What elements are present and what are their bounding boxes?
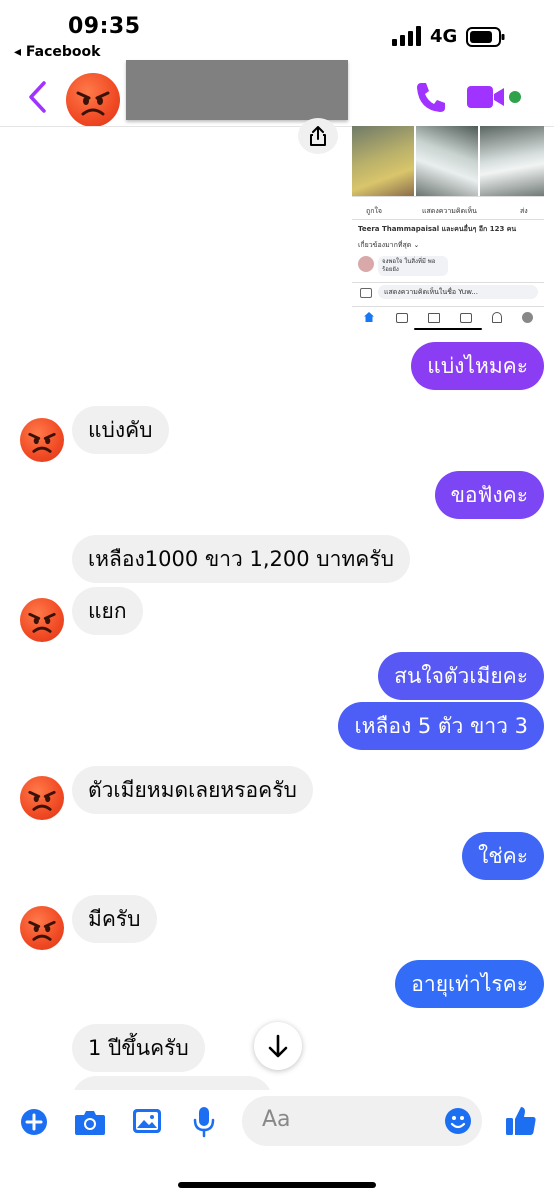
back-to-app-link[interactable]: ◂ Facebook: [14, 44, 100, 60]
network-type: 4G: [430, 26, 458, 47]
outgoing-message[interactable]: ใช่คะ: [462, 832, 544, 880]
angry-face-icon: [28, 920, 56, 941]
send-action: ส่ง: [520, 207, 528, 215]
redacted-contact-name: [126, 60, 348, 120]
like-action: ถูกใจ: [366, 207, 382, 215]
video-call-icon[interactable]: [466, 84, 506, 110]
fb-bell-icon: [492, 312, 502, 323]
incoming-message[interactable]: มีครับ: [72, 895, 157, 943]
contact-avatar[interactable]: [66, 73, 120, 127]
camera-mini-icon: [360, 288, 372, 298]
share-button[interactable]: [298, 118, 338, 154]
status-time: 09:35: [68, 14, 141, 39]
incoming-message[interactable]: แยก: [72, 587, 143, 635]
fb-video-icon: [396, 313, 408, 323]
plus-icon[interactable]: [20, 1108, 48, 1136]
outgoing-message[interactable]: สนใจตัวเมียคะ: [378, 652, 544, 700]
cellular-signal-icon: [392, 26, 421, 46]
outgoing-message[interactable]: แบ่งไหมคะ: [411, 342, 544, 390]
camera-icon[interactable]: [74, 1108, 106, 1136]
angry-face-icon: [28, 612, 56, 633]
scroll-to-bottom-button[interactable]: [254, 1022, 302, 1070]
microphone-icon[interactable]: [192, 1106, 216, 1138]
commenter-avatar: [358, 256, 374, 272]
shared-facebook-screenshot[interactable]: ถูกใจ แสดงความคิดเห็น ส่ง Teera Thammapa…: [352, 126, 544, 330]
reactors-text: Teera Thammapaisal และคนอื่นๆ อีก 123 คน: [358, 225, 517, 233]
battery-icon: [466, 27, 505, 47]
thumbs-up-icon[interactable]: [504, 1104, 538, 1138]
active-status-dot: [509, 91, 521, 103]
comment-input-mini: แสดงความคิดเห็นในชื่อ Yuw...: [378, 285, 538, 299]
incoming-message[interactable]: ตัวเมียหมดเลยหรอครับ: [72, 766, 313, 814]
mini-home-indicator: [414, 328, 482, 330]
relevant-filter: เกี่ยวข้องมากที่สุด ⌄: [358, 241, 420, 249]
angry-face-icon: [76, 91, 110, 116]
photo-thumb: [352, 126, 414, 196]
outgoing-message[interactable]: อายุเท่าไรคะ: [395, 960, 544, 1008]
sender-avatar: [20, 598, 64, 642]
comment-action: แสดงความคิดเห็น: [422, 207, 477, 215]
fb-marketplace-icon: [428, 313, 440, 323]
angry-face-icon: [28, 432, 56, 453]
fb-gaming-icon: [460, 313, 472, 323]
sender-avatar: [20, 906, 64, 950]
comment-bubble: จงพอใจ ในสิ่งที่มี พอร้อยยัง: [378, 256, 448, 276]
voice-call-icon[interactable]: [414, 80, 446, 114]
share-icon: [310, 126, 326, 146]
photo-thumb: [480, 126, 544, 196]
message-input-placeholder: Aa: [262, 1107, 291, 1132]
outgoing-message[interactable]: ขอฟังคะ: [434, 471, 544, 519]
angry-face-icon: [28, 790, 56, 811]
arrow-down-icon: [268, 1034, 288, 1058]
gallery-icon[interactable]: [132, 1108, 162, 1134]
fb-profile-icon: [522, 312, 533, 323]
sender-avatar: [20, 418, 64, 462]
incoming-message[interactable]: 1 ปีขึ้นครับ: [72, 1024, 205, 1072]
photo-thumb: [416, 126, 478, 196]
incoming-message[interactable]: เหลือง1000 ขาว 1,200 บาทครับ: [72, 535, 410, 583]
back-icon[interactable]: [26, 80, 50, 114]
incoming-message[interactable]: แบ่งคับ: [72, 406, 169, 454]
emoji-icon[interactable]: [444, 1107, 472, 1135]
outgoing-message[interactable]: เหลือง 5 ตัว ขาว 3: [338, 702, 544, 750]
sender-avatar: [20, 776, 64, 820]
fb-home-icon: [364, 312, 374, 322]
home-indicator: [178, 1182, 376, 1188]
